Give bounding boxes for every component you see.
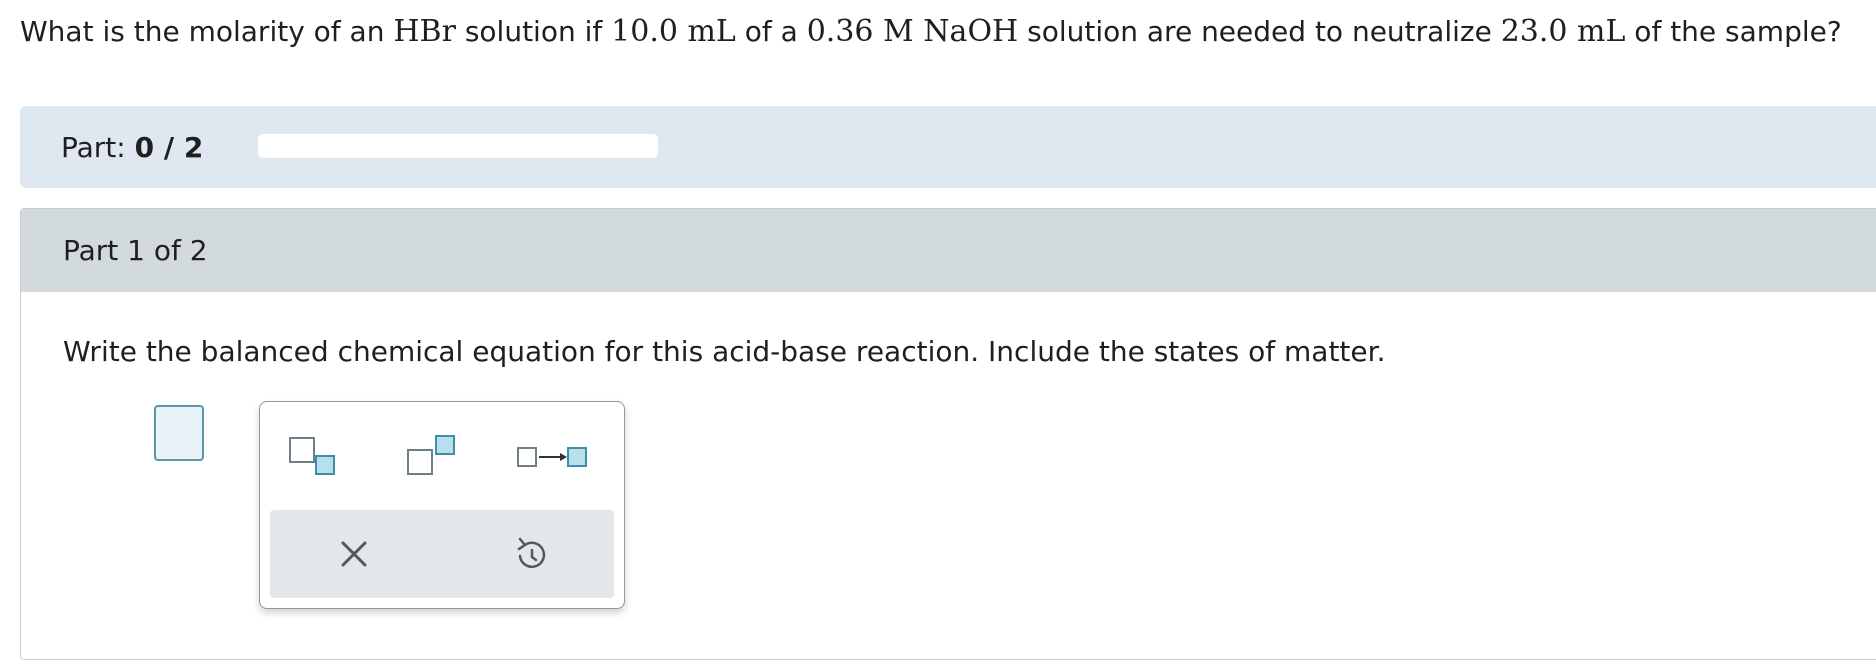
reaction-arrow-button[interactable]: [516, 428, 588, 484]
part-count: 0 / 2: [134, 131, 204, 164]
question-text-part: of a: [735, 15, 807, 48]
part-label: Part:: [61, 131, 135, 164]
subscript-button[interactable]: [288, 428, 360, 484]
answer-input-box[interactable]: [154, 405, 204, 461]
clear-icon: [341, 541, 367, 567]
question-text-part: What is the molarity of an: [20, 15, 394, 48]
part-instruction: Write the balanced chemical equation for…: [63, 335, 1386, 368]
palette-action-bar: [270, 510, 614, 598]
equation-palette: [259, 401, 625, 609]
question-text-part: solution are needed to neutralize: [1018, 15, 1501, 48]
question-text: What is the molarity of an HBr solution …: [20, 14, 1842, 49]
question-text-part: solution if: [455, 15, 612, 48]
superscript-button[interactable]: [406, 428, 478, 484]
undo-icon: [517, 537, 546, 569]
question-math-hbr: HBr: [393, 14, 456, 49]
question-math-volume-sample: 23.0 mL: [1500, 14, 1626, 49]
undo-button[interactable]: [508, 530, 556, 578]
progress-track: [258, 134, 658, 158]
part-progress-bar: Part: 0 / 2: [20, 106, 1876, 188]
reaction-arrow-icon: [517, 447, 587, 467]
part-panel: Part 1 of 2 Write the balanced chemical …: [20, 208, 1876, 660]
question-math-volume-base: 10.0 mL: [611, 14, 736, 49]
part-header: Part 1 of 2: [21, 209, 1876, 292]
subscript-icon: [289, 437, 335, 475]
superscript-icon: [407, 435, 455, 475]
question-math-naoh: 0.36 M NaOH: [806, 14, 1019, 49]
part-progress-label: Part: 0 / 2: [61, 131, 203, 164]
clear-button[interactable]: [330, 530, 378, 578]
question-text-part: of the sample?: [1625, 15, 1842, 48]
